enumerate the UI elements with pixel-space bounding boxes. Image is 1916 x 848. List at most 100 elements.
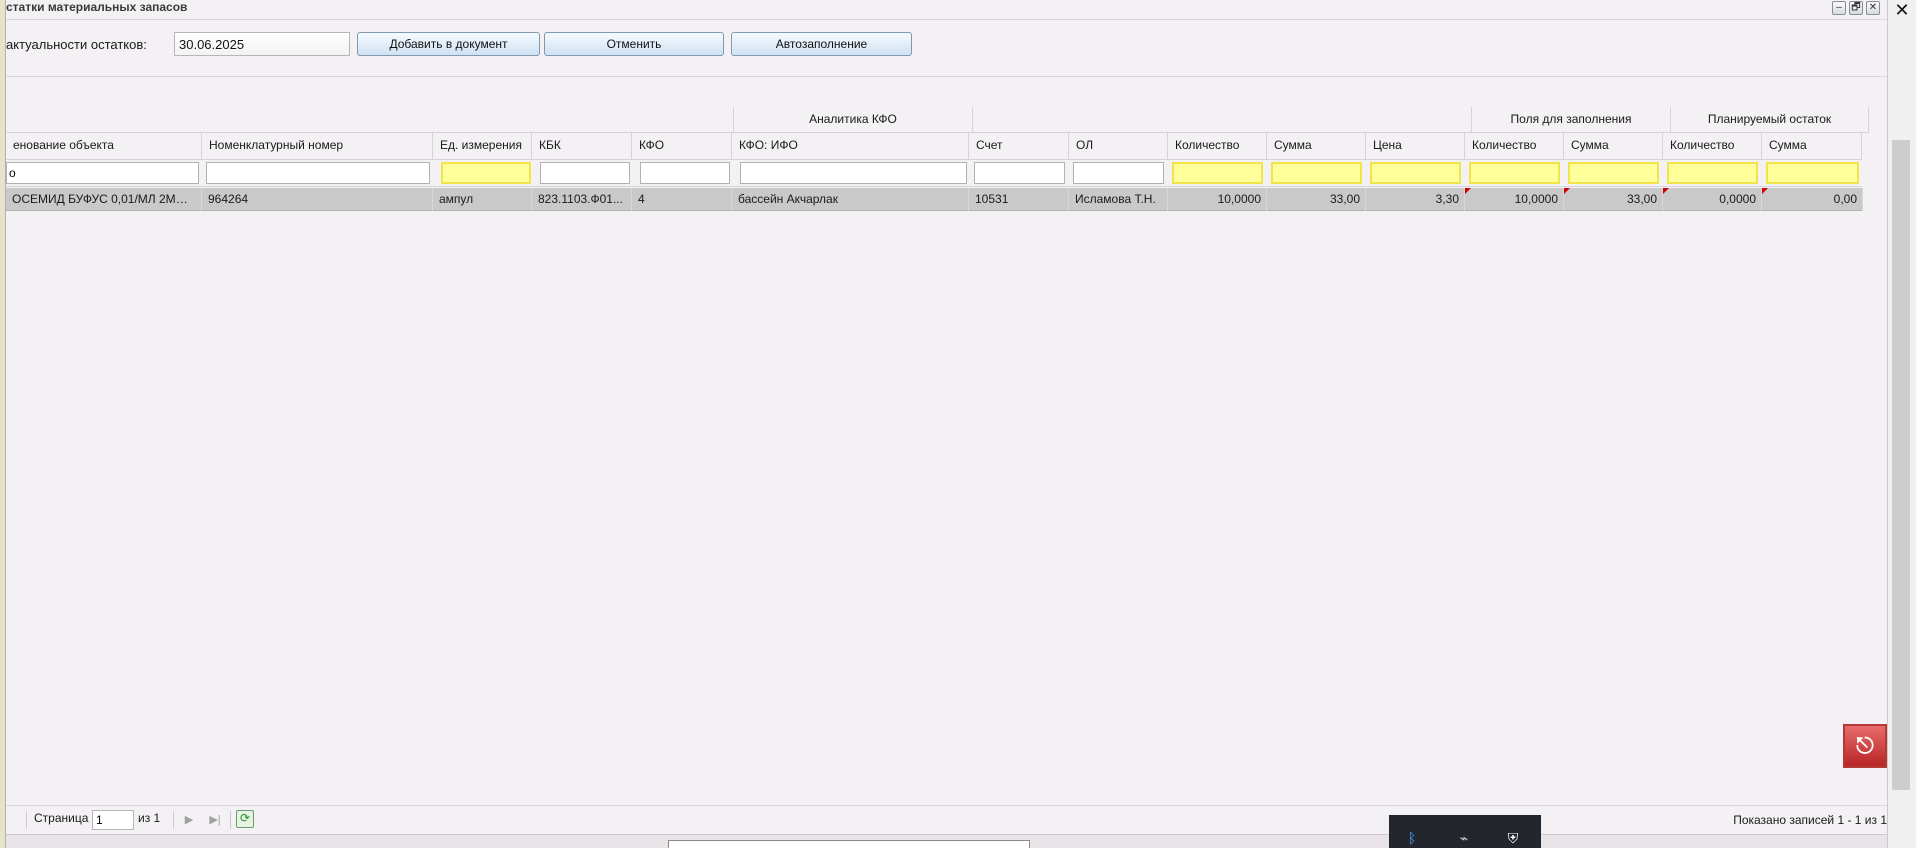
col-unit[interactable]: Ед. измерения <box>433 133 532 160</box>
vertical-scrollbar[interactable] <box>1887 0 1916 848</box>
filter-nomenclature-input[interactable] <box>206 162 430 184</box>
paging-toolbar: Страница из 1 ▶ ▶| ⟳ Показано записей 1 … <box>6 805 1887 833</box>
cell-kbk[interactable]: 823.1103.Ф01... <box>532 188 632 211</box>
filter-fill-sum[interactable] <box>1568 162 1659 184</box>
filter-kfo[interactable] <box>640 162 730 184</box>
filter-responsible[interactable] <box>1073 162 1164 184</box>
filter-unit[interactable] <box>441 162 531 184</box>
column-header-row: енование объекта Номенклатурный номер Ед… <box>6 133 1862 160</box>
pager-separator <box>173 811 174 829</box>
filter-price-input[interactable] <box>1370 162 1461 184</box>
toolbar: актуальности остатков: Добавить в докуме… <box>6 21 1887 77</box>
filter-account[interactable] <box>974 162 1065 184</box>
window-titlebar: статки материальных запасов ‒ 🗗 ✕ <box>6 0 1887 20</box>
pager-separator <box>230 811 231 829</box>
filter-nomenclature[interactable] <box>206 162 430 184</box>
app-shortcut-icon[interactable]: ⎋ <box>1843 724 1887 768</box>
cell-fill-sum[interactable]: 33,00 <box>1564 188 1663 211</box>
group-header-row: Аналитика КФО Поля для заполнения Планир… <box>6 107 1869 133</box>
close-icon[interactable]: ✕ <box>1891 0 1913 22</box>
col-fill-sum[interactable]: Сумма <box>1564 133 1663 160</box>
scrollbar-thumb[interactable] <box>1892 140 1910 790</box>
col-fill-quantity[interactable]: Количество <box>1465 133 1564 160</box>
page-number-input[interactable] <box>92 810 134 830</box>
cell-nomenclature-number[interactable]: 964264 <box>202 188 433 211</box>
next-page-icon[interactable]: ▶ <box>182 812 196 828</box>
group-header-planned-balance: Планируемый остаток <box>1671 107 1869 133</box>
filter-kfo-ifo-input[interactable] <box>740 162 967 184</box>
cell-object-name[interactable]: ОСЕМИД БУФУС 0,01/МЛ 2МЛ М... <box>6 188 202 211</box>
cell-planned-quantity[interactable]: 0,0000 <box>1663 188 1762 211</box>
close-window-icon[interactable]: ✕ <box>1866 1 1880 15</box>
filter-sum[interactable] <box>1271 162 1362 184</box>
system-tray: ᛒ ⌁ ⛨ <box>1389 815 1541 848</box>
minimize-icon[interactable]: ‒ <box>1832 1 1846 15</box>
filter-quantity-input[interactable] <box>1172 162 1263 184</box>
filter-row <box>6 160 1862 187</box>
add-to-document-button[interactable]: Добавить в документ <box>357 32 540 56</box>
cell-planned-sum[interactable]: 0,00 <box>1762 188 1863 211</box>
page-label: Страница <box>34 811 89 825</box>
filter-planned-quantity[interactable] <box>1667 162 1758 184</box>
col-kfo-ifo[interactable]: КФО: ИФО <box>732 133 969 160</box>
filter-fill-sum-input[interactable] <box>1568 162 1659 184</box>
col-account[interactable]: Счет <box>969 133 1069 160</box>
col-object-name[interactable]: енование объекта <box>6 133 202 160</box>
material-stocks-window: статки материальных запасов ‒ 🗗 ✕ актуал… <box>6 0 1887 848</box>
pager-separator <box>26 811 27 829</box>
col-kfo[interactable]: КФО <box>632 133 732 160</box>
filter-kfo-ifo[interactable] <box>740 162 967 184</box>
col-planned-quantity[interactable]: Количество <box>1663 133 1762 160</box>
window-title: статки материальных запасов <box>6 0 188 14</box>
cell-kfo-ifo[interactable]: бассейн Акчарлак <box>732 188 969 211</box>
cell-responsible[interactable]: Исламова Т.Н. <box>1069 188 1168 211</box>
col-responsible[interactable]: ОЛ <box>1069 133 1168 160</box>
filter-planned-sum-input[interactable] <box>1766 162 1859 184</box>
restore-icon[interactable]: 🗗 <box>1849 1 1863 15</box>
group-header-kfo-analytics: Аналитика КФО <box>734 107 973 133</box>
group-header-empty <box>973 107 1472 133</box>
filter-planned-sum[interactable] <box>1766 162 1859 184</box>
cell-fill-quantity[interactable]: 10,0000 <box>1465 188 1564 211</box>
last-page-icon[interactable]: ▶| <box>208 812 222 828</box>
date-label: актуальности остатков: <box>6 37 147 52</box>
col-sum[interactable]: Сумма <box>1267 133 1366 160</box>
filter-price[interactable] <box>1370 162 1461 184</box>
table-row[interactable]: ОСЕМИД БУФУС 0,01/МЛ 2МЛ М... 964264 амп… <box>6 188 1863 211</box>
security-shield-icon[interactable]: ⛨ <box>1503 828 1523 848</box>
autofill-button[interactable]: Автозаполнение <box>731 32 912 56</box>
cell-account[interactable]: 10531 <box>969 188 1069 211</box>
filter-object-name-input[interactable] <box>6 162 199 184</box>
col-planned-sum[interactable]: Сумма <box>1762 133 1862 160</box>
cell-sum[interactable]: 33,00 <box>1267 188 1366 211</box>
records-count: Показано записей 1 - 1 из 1 <box>1733 813 1887 827</box>
group-header-empty <box>6 107 734 133</box>
filter-kbk-input[interactable] <box>540 162 630 184</box>
filter-kfo-input[interactable] <box>640 162 730 184</box>
filter-account-input[interactable] <box>974 162 1065 184</box>
col-price[interactable]: Цена <box>1366 133 1465 160</box>
filter-kbk[interactable] <box>540 162 630 184</box>
refresh-icon[interactable]: ⟳ <box>236 810 254 828</box>
filter-sum-input[interactable] <box>1271 162 1362 184</box>
filter-unit-input[interactable] <box>441 162 531 184</box>
cell-quantity[interactable]: 10,0000 <box>1168 188 1267 211</box>
filter-responsible-input[interactable] <box>1073 162 1164 184</box>
cell-kfo[interactable]: 4 <box>632 188 732 211</box>
col-nomenclature-number[interactable]: Номенклатурный номер <box>202 133 433 160</box>
cancel-button[interactable]: Отменить <box>544 32 724 56</box>
filter-fill-quantity-input[interactable] <box>1469 162 1560 184</box>
filter-quantity[interactable] <box>1172 162 1263 184</box>
bluetooth-icon[interactable]: ᛒ <box>1405 828 1419 848</box>
filter-object-name[interactable] <box>6 162 199 184</box>
network-icon[interactable]: ⌁ <box>1453 828 1475 848</box>
filter-planned-quantity-input[interactable] <box>1667 162 1758 184</box>
date-input[interactable] <box>174 32 350 56</box>
col-kbk[interactable]: КБК <box>532 133 632 160</box>
filter-fill-quantity[interactable] <box>1469 162 1560 184</box>
cell-price[interactable]: 3,30 <box>1366 188 1465 211</box>
col-quantity[interactable]: Количество <box>1168 133 1267 160</box>
bottom-tab[interactable] <box>668 840 1030 848</box>
cell-unit[interactable]: ампул <box>433 188 532 211</box>
group-header-fill-fields: Поля для заполнения <box>1472 107 1671 133</box>
